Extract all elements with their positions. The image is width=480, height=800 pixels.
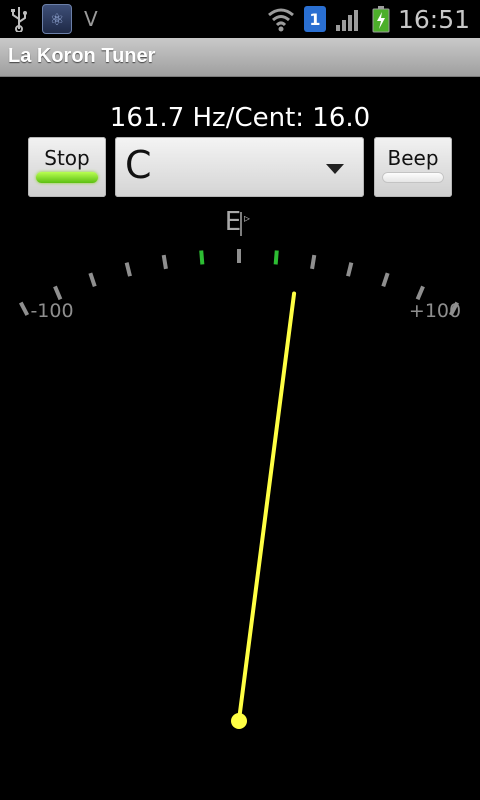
status-left: ⚛ V (8, 4, 98, 34)
status-bar: ⚛ V 1 16:51 (0, 0, 480, 38)
carrier-mark: V (84, 7, 98, 31)
scale-tick (124, 262, 132, 277)
scale-tick (346, 262, 354, 277)
meter-needle (237, 291, 297, 722)
beep-button[interactable]: Beep (374, 137, 452, 197)
scale-tick (415, 285, 425, 301)
signal-icon (335, 10, 358, 31)
beep-button-label: Beep (387, 146, 439, 170)
usb-icon (11, 7, 27, 32)
note-selector[interactable]: C (115, 137, 364, 197)
scale-min-label: -100 (30, 300, 73, 322)
note-selector-value: C (125, 143, 152, 187)
scale-ticks (19, 249, 459, 316)
scale-tick (199, 250, 205, 265)
beep-indicator (382, 172, 444, 183)
tuning-meter: E ▹ -100 +100 (19, 207, 461, 729)
app-notification-icon: ⚛ (42, 4, 72, 34)
stop-indicator (36, 172, 98, 183)
scale-tick (88, 272, 97, 287)
needle-pivot (231, 713, 247, 729)
app-title: La Koron Tuner (8, 45, 156, 67)
stop-button[interactable]: Stop (28, 137, 106, 197)
frequency-readout: 161.7 Hz/Cent: 16.0 (109, 103, 371, 133)
sim-icon: 1 (303, 6, 326, 32)
scale-tick (53, 285, 63, 301)
scale-tick (273, 250, 279, 265)
sharp-flag-icon: ▹ (244, 211, 250, 225)
status-right: 1 16:51 (266, 2, 470, 36)
battery-charging-icon (372, 6, 390, 33)
scale-tick (161, 254, 168, 270)
detected-note: E (225, 207, 241, 237)
dropdown-arrow-icon (326, 164, 344, 174)
clock: 16:51 (397, 4, 470, 34)
scale-tick (310, 254, 317, 270)
app-title-bar: La Koron Tuner (0, 38, 480, 77)
scale-tick (381, 272, 390, 287)
wifi-icon (267, 8, 294, 32)
scale-tick (19, 301, 30, 316)
stop-button-label: Stop (44, 146, 90, 170)
